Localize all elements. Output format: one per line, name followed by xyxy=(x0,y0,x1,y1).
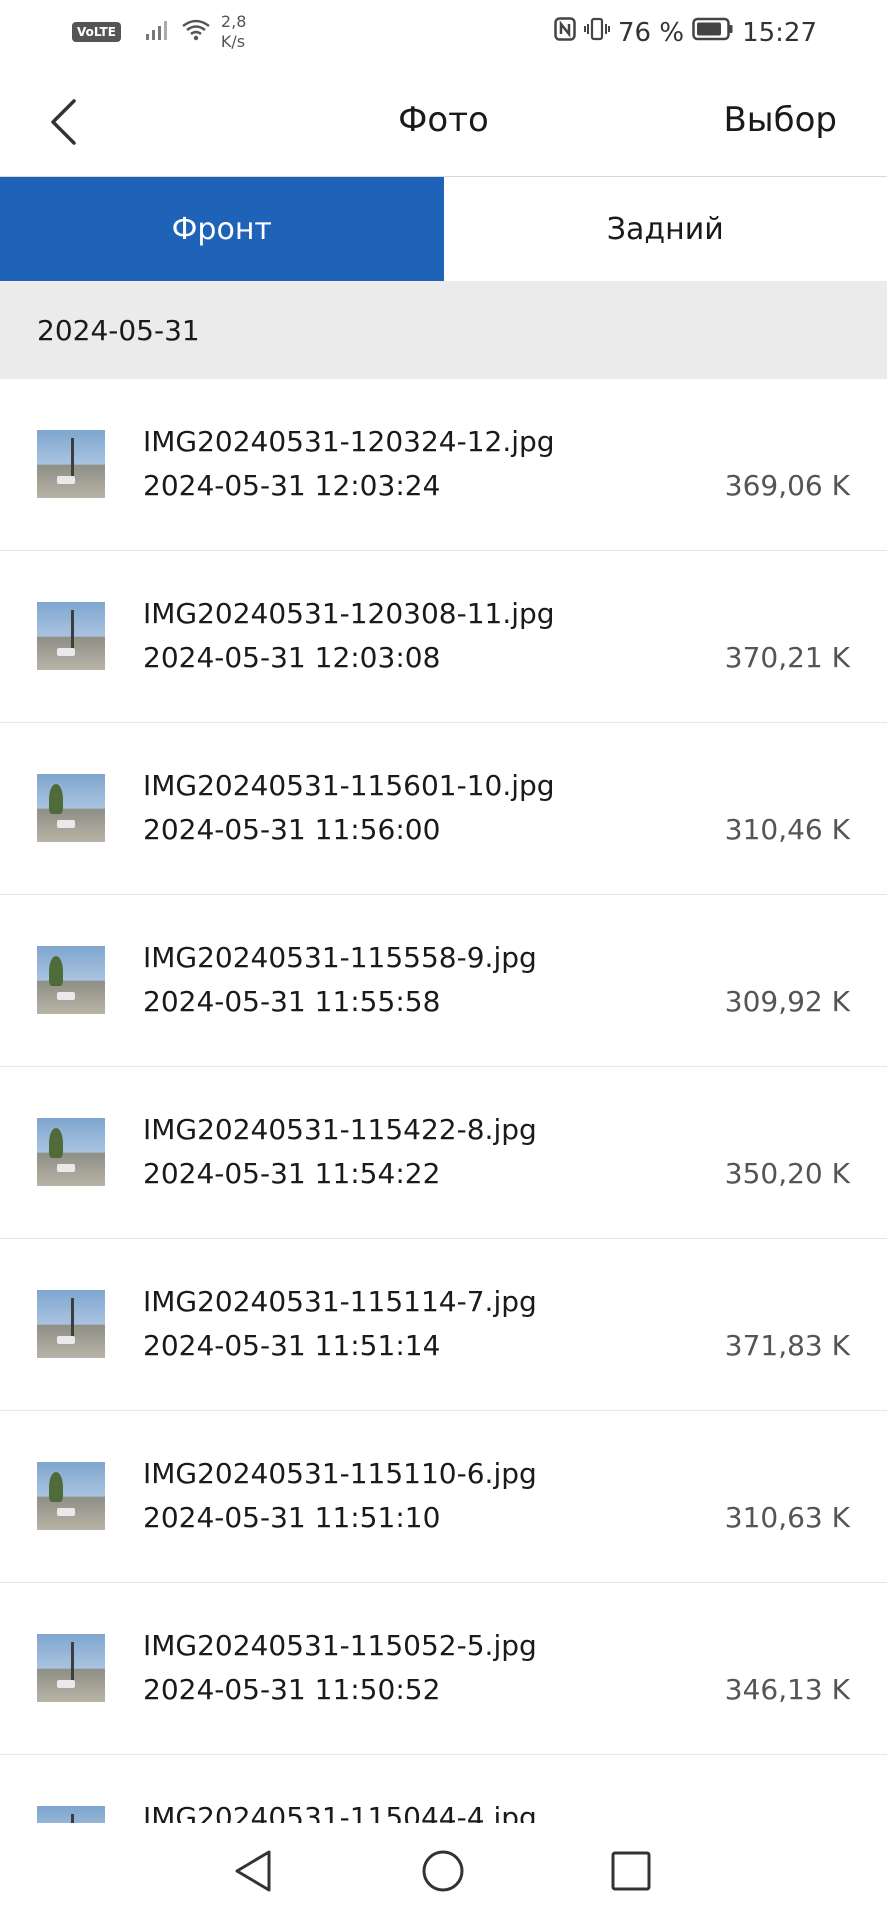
file-datetime: 2024-05-31 11:54:22 xyxy=(143,1157,441,1190)
file-name: IMG20240531-115044-4.jpg xyxy=(143,1801,537,1823)
list-item[interactable]: IMG20240531-120308-11.jpg 2024-05-31 12:… xyxy=(0,551,887,723)
list-item[interactable]: IMG20240531-115558-9.jpg 2024-05-31 11:5… xyxy=(0,895,887,1067)
file-name: IMG20240531-120308-11.jpg xyxy=(143,597,555,630)
system-nav-bar xyxy=(0,1823,887,1920)
clock: 15:27 xyxy=(742,17,817,48)
file-size: 350,20 K xyxy=(724,1157,850,1190)
list-item[interactable]: IMG20240531-115601-10.jpg 2024-05-31 11:… xyxy=(0,723,887,895)
status-bar: VoLTE 2,8 K/s 76 % 15:27 xyxy=(0,0,887,66)
list-item[interactable]: IMG20240531-120324-12.jpg 2024-05-31 12:… xyxy=(0,379,887,551)
list-item[interactable]: IMG20240531-115052-5.jpg 2024-05-31 11:5… xyxy=(0,1583,887,1755)
wifi-icon xyxy=(181,18,211,46)
file-name: IMG20240531-115052-5.jpg xyxy=(143,1629,537,1662)
file-size: 309,92 K xyxy=(724,985,850,1018)
app-header: Фото Выбор xyxy=(0,66,887,177)
file-datetime: 2024-05-31 11:56:00 xyxy=(143,813,441,846)
battery-percent: 76 % xyxy=(618,17,685,48)
photo-thumbnail xyxy=(37,946,105,1014)
list-item[interactable]: IMG20240531-115422-8.jpg 2024-05-31 11:5… xyxy=(0,1067,887,1239)
photo-thumbnail xyxy=(37,1634,105,1702)
nav-recents-button[interactable] xyxy=(601,1843,661,1903)
file-name: IMG20240531-115422-8.jpg xyxy=(143,1113,537,1146)
file-name: IMG20240531-115558-9.jpg xyxy=(143,941,537,974)
date-group-label: 2024-05-31 xyxy=(37,314,200,347)
network-speed: 2,8 K/s xyxy=(221,12,246,52)
file-name: IMG20240531-115601-10.jpg xyxy=(143,769,555,802)
list-item[interactable]: IMG20240531-115044-4.jpg xyxy=(0,1755,887,1823)
file-size: 310,46 K xyxy=(724,813,850,846)
nav-home-button[interactable] xyxy=(413,1843,473,1903)
file-datetime: 2024-05-31 12:03:24 xyxy=(143,469,441,502)
file-size: 346,13 K xyxy=(724,1673,850,1706)
back-button[interactable] xyxy=(40,96,86,152)
file-datetime: 2024-05-31 12:03:08 xyxy=(143,641,441,674)
circle-home-icon xyxy=(420,1848,466,1898)
chevron-left-icon xyxy=(48,97,78,151)
nav-back-button[interactable] xyxy=(223,1843,283,1903)
photo-thumbnail xyxy=(37,774,105,842)
speed-unit: K/s xyxy=(220,32,246,51)
camera-tabs: Фронт Задний xyxy=(0,177,887,281)
photo-thumbnail xyxy=(37,602,105,670)
file-size: 371,83 K xyxy=(724,1329,850,1362)
square-recents-icon xyxy=(610,1850,652,1896)
list-item[interactable]: IMG20240531-115110-6.jpg 2024-05-31 11:5… xyxy=(0,1411,887,1583)
volte-badge: VoLTE xyxy=(72,22,121,42)
file-size: 369,06 K xyxy=(724,469,850,502)
file-name: IMG20240531-115114-7.jpg xyxy=(143,1285,537,1318)
file-datetime: 2024-05-31 11:51:10 xyxy=(143,1501,441,1534)
file-size: 310,63 K xyxy=(724,1501,850,1534)
triangle-back-icon xyxy=(231,1848,275,1898)
photo-thumbnail xyxy=(37,430,105,498)
list-item[interactable]: IMG20240531-115114-7.jpg 2024-05-31 11:5… xyxy=(0,1239,887,1411)
status-right: 76 % 15:27 xyxy=(554,17,817,48)
battery-icon xyxy=(692,17,734,48)
photo-thumbnail xyxy=(37,1462,105,1530)
photo-thumbnail xyxy=(37,1118,105,1186)
date-group-header: 2024-05-31 xyxy=(0,281,887,379)
file-name: IMG20240531-115110-6.jpg xyxy=(143,1457,537,1490)
file-name: IMG20240531-120324-12.jpg xyxy=(143,425,555,458)
file-list: IMG20240531-120324-12.jpg 2024-05-31 12:… xyxy=(0,379,887,1823)
select-button[interactable]: Выбор xyxy=(723,100,837,140)
signal-icon xyxy=(145,19,171,45)
vibrate-icon xyxy=(584,17,610,48)
status-left: VoLTE 2,8 K/s xyxy=(72,12,246,52)
file-size: 370,21 K xyxy=(724,641,850,674)
photo-thumbnail xyxy=(37,1290,105,1358)
file-datetime: 2024-05-31 11:55:58 xyxy=(143,985,441,1018)
nfc-icon xyxy=(554,17,576,48)
speed-value: 2,8 xyxy=(220,12,247,31)
tab-front[interactable]: Фронт xyxy=(0,177,444,281)
tab-rear[interactable]: Задний xyxy=(443,177,887,281)
file-datetime: 2024-05-31 11:51:14 xyxy=(143,1329,441,1362)
file-datetime: 2024-05-31 11:50:52 xyxy=(143,1673,441,1706)
photo-thumbnail xyxy=(37,1806,105,1823)
